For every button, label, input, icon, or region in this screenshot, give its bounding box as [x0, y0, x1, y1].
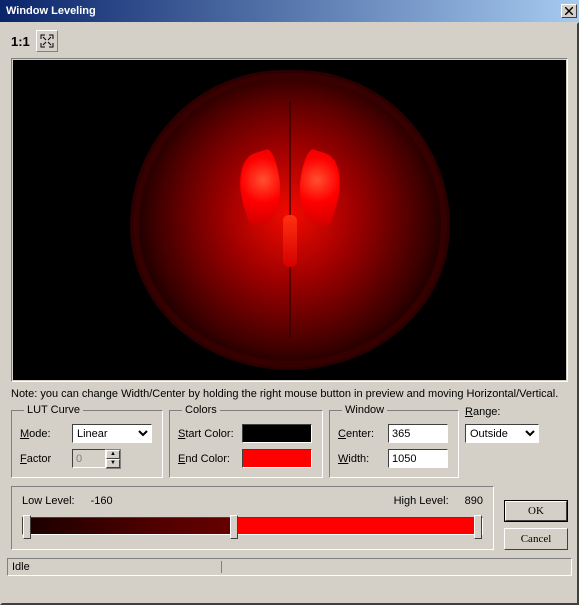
- lut-legend: LUT Curve: [24, 404, 83, 416]
- zoom-ratio-label: 1:1: [11, 34, 30, 49]
- preview-frame: [11, 58, 568, 382]
- mode-select[interactable]: Linear: [72, 424, 152, 443]
- window-legend: Window: [342, 404, 387, 416]
- status-bar: Idle: [7, 558, 572, 576]
- low-level-label: Low Level:: [22, 495, 75, 507]
- cancel-button[interactable]: Cancel: [504, 528, 568, 550]
- start-color-label: Start Color:: [178, 428, 242, 440]
- range-label: Range:: [465, 406, 500, 418]
- expand-icon: [40, 34, 54, 48]
- end-color-swatch[interactable]: [242, 449, 312, 468]
- fit-to-window-button[interactable]: [36, 30, 58, 52]
- factor-spinner: ▲ ▼: [72, 449, 121, 469]
- factor-label: Factor: [20, 453, 72, 465]
- lut-curve-group: LUT Curve Mode: Linear Factor ▲ ▼: [11, 404, 163, 478]
- colors-legend: Colors: [182, 404, 220, 416]
- titlebar[interactable]: Window Leveling: [0, 0, 579, 22]
- factor-spin-up[interactable]: ▲: [106, 450, 120, 459]
- start-color-swatch[interactable]: [242, 424, 312, 443]
- low-level-value: -160: [91, 495, 113, 507]
- width-label: Width:: [338, 453, 388, 465]
- end-color-label: End Color:: [178, 453, 242, 465]
- client-area: 1:1 Note: you can change Width/Center by…: [0, 22, 579, 605]
- level-slider-track[interactable]: [22, 517, 483, 535]
- width-input[interactable]: [388, 449, 448, 468]
- factor-spin-down[interactable]: ▼: [106, 459, 120, 468]
- center-input[interactable]: [388, 424, 448, 443]
- high-level-handle[interactable]: [474, 515, 482, 539]
- ok-button[interactable]: OK: [504, 500, 568, 522]
- range-select[interactable]: Outside: [465, 424, 539, 443]
- preview-image[interactable]: [13, 60, 566, 380]
- factor-input: [72, 449, 106, 468]
- window-group: Window Center: Width:: [329, 404, 459, 478]
- level-slider-panel: Low Level: -160 High Level: 890: [11, 486, 494, 550]
- low-level-handle[interactable]: [23, 515, 31, 539]
- status-text: Idle: [12, 561, 222, 573]
- close-button[interactable]: [561, 4, 577, 18]
- center-label: Center:: [338, 428, 388, 440]
- mode-label: Mode:: [20, 428, 72, 440]
- window-title: Window Leveling: [6, 5, 96, 17]
- hint-text: Note: you can change Width/Center by hol…: [11, 388, 568, 400]
- toolbar: 1:1: [5, 27, 574, 58]
- high-level-label: High Level:: [394, 495, 449, 507]
- high-level-value: 890: [465, 495, 483, 507]
- mid-level-handle[interactable]: [230, 515, 238, 539]
- colors-group: Colors Start Color: End Color:: [169, 404, 323, 478]
